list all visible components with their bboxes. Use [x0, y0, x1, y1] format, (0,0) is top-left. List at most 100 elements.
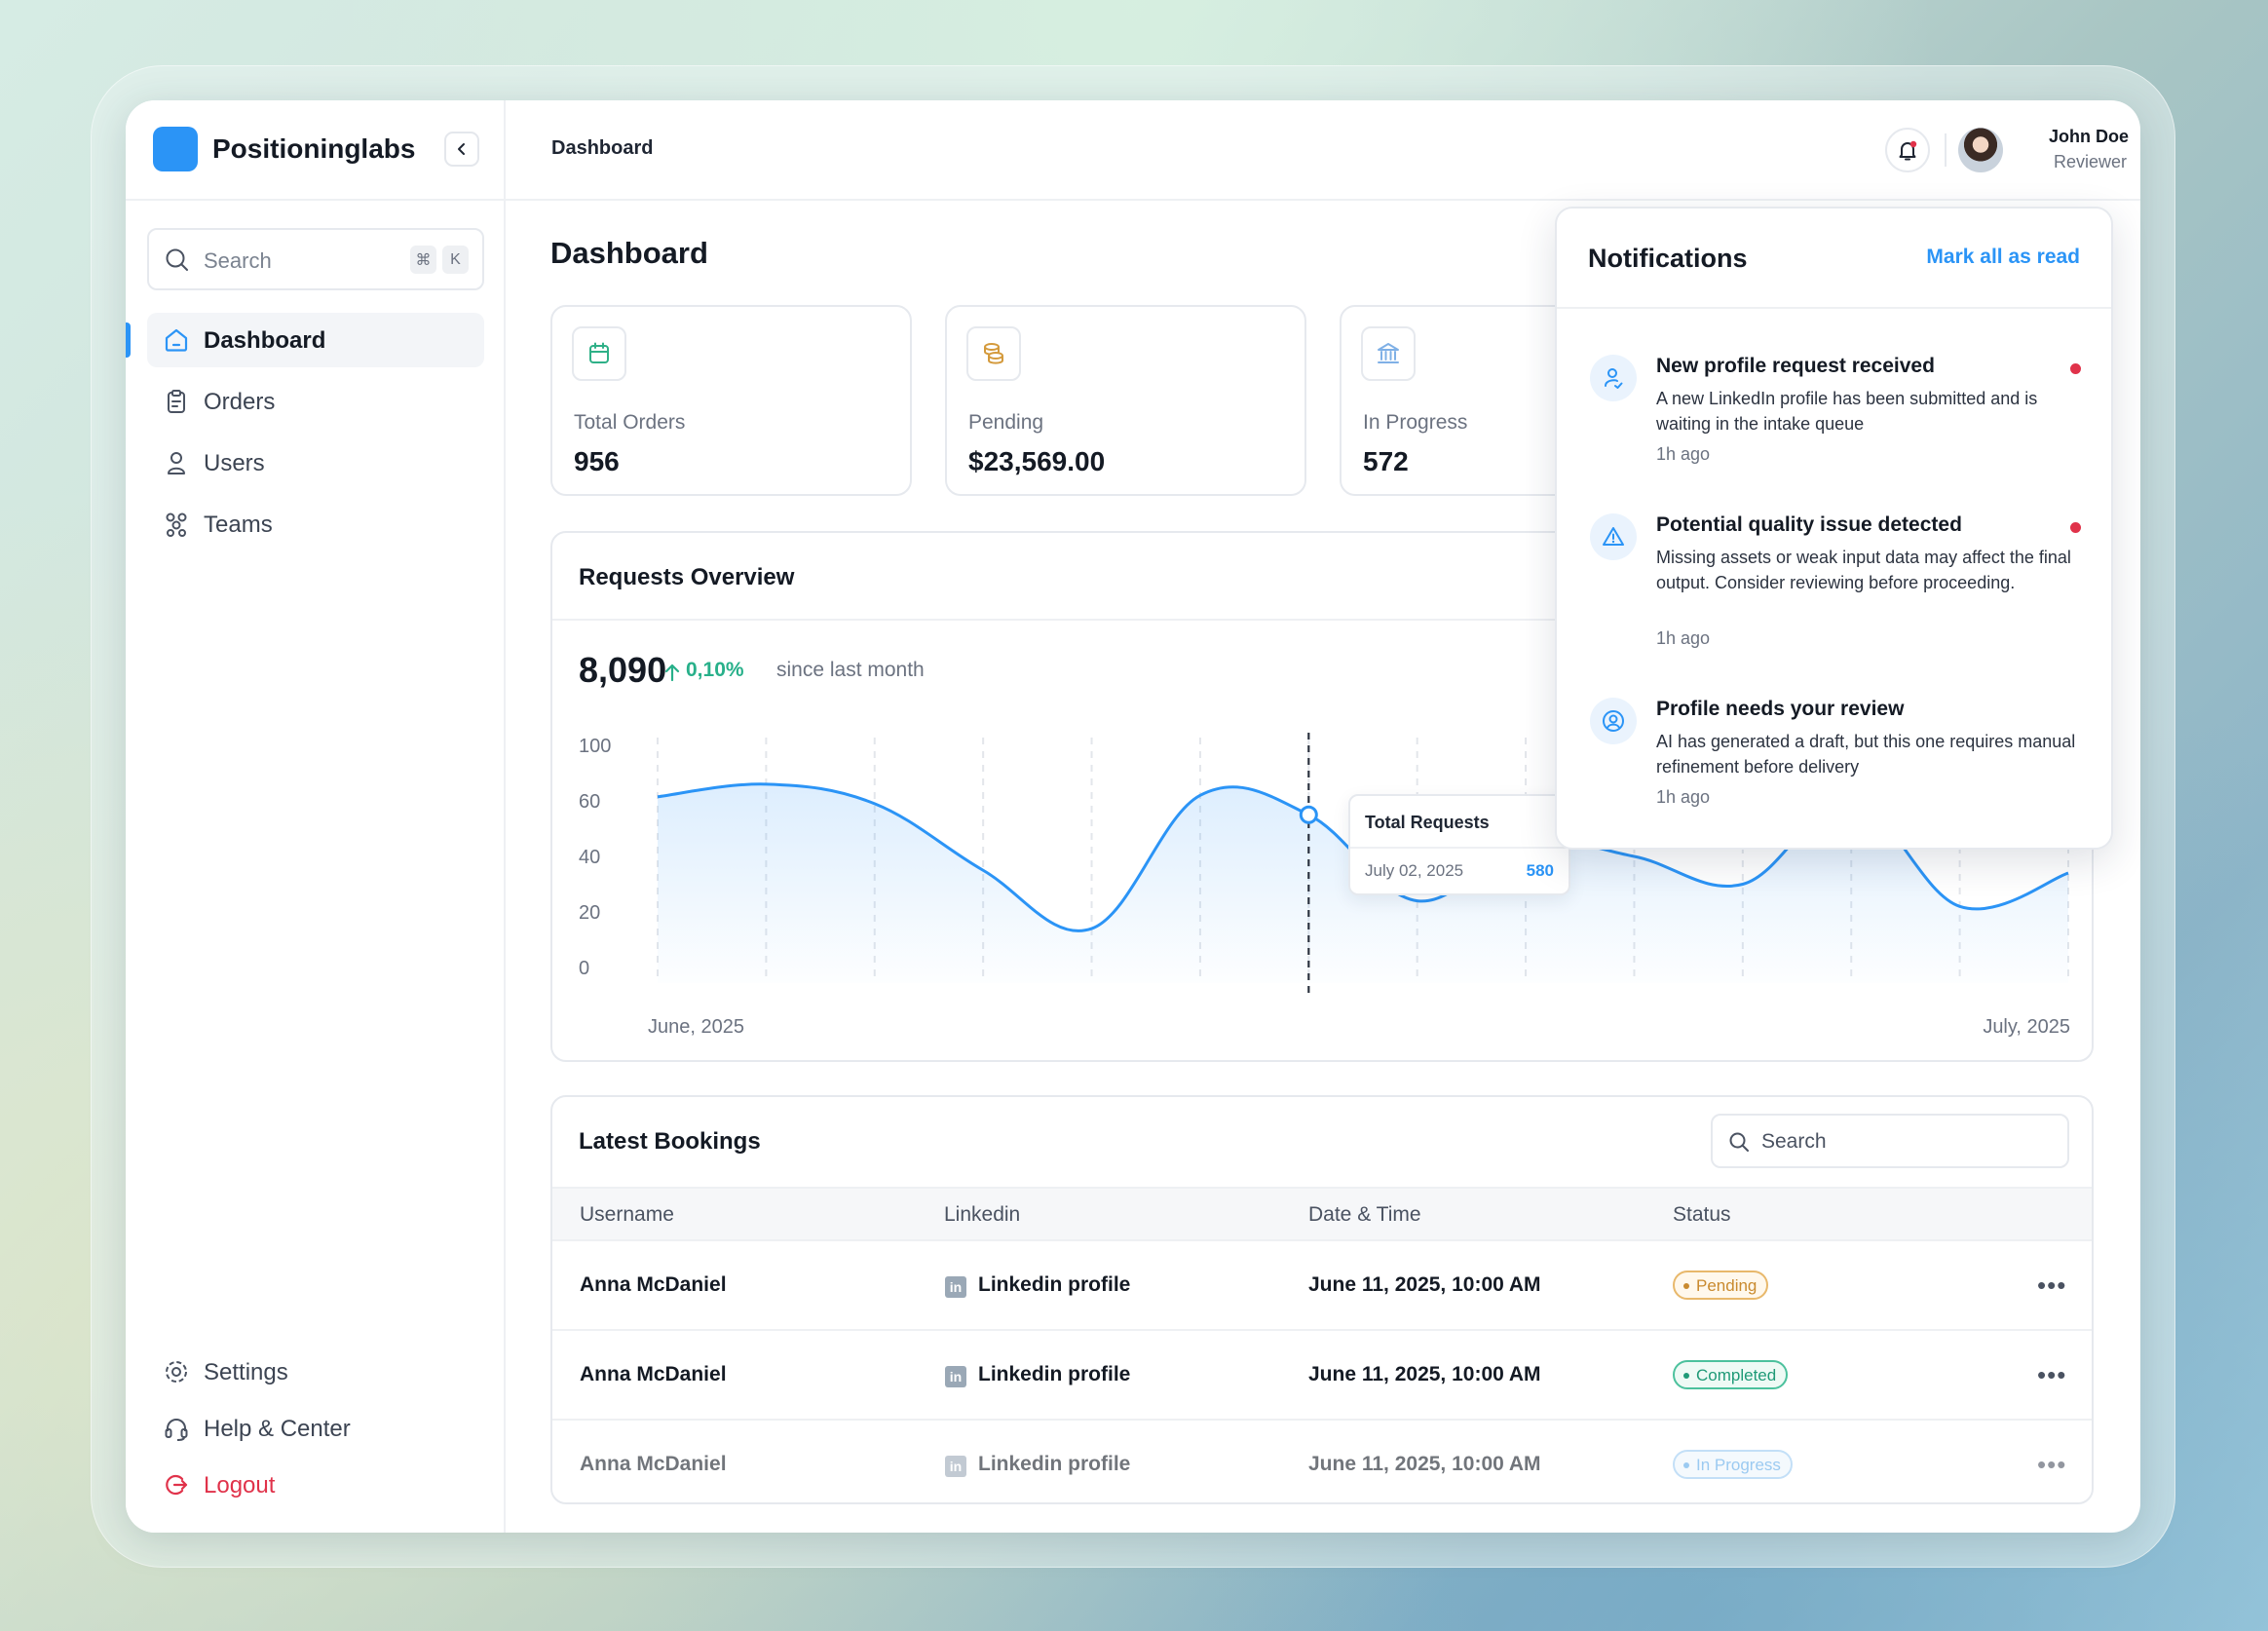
coins-icon — [984, 343, 1003, 364]
notification-body: Missing assets or weak input data may af… — [1656, 548, 2071, 592]
search-icon — [1729, 1132, 1749, 1152]
team-icon — [166, 512, 187, 537]
column-header-datetime[interactable]: Date & Time — [1308, 1203, 1421, 1227]
home-icon — [165, 328, 188, 352]
cell-username: Anna McDaniel — [580, 1363, 727, 1385]
stat-label: In Progress — [1363, 411, 1468, 434]
user-name: John Doe — [2048, 127, 2129, 146]
table-header: Username Linkedin Date & Time Status — [552, 1187, 2092, 1241]
notification-body: AI has generated a draft, but this one r… — [1656, 732, 2076, 777]
sidebar-item-logout[interactable]: Logout — [147, 1458, 484, 1512]
tooltip-value: 580 — [1526, 861, 1554, 880]
bookings-search-input[interactable]: Search — [1711, 1114, 2069, 1168]
cell-linkedin-link[interactable]: Linkedin profile — [978, 1273, 1130, 1297]
notification-icon-box — [1590, 513, 1637, 560]
column-header-status[interactable]: Status — [1673, 1203, 1731, 1227]
calendar-icon — [589, 342, 609, 363]
notification-item[interactable]: Profile needs your review AI has generat… — [1557, 698, 2111, 815]
sidebar: Positioninglabs Search ⌘ K Dashboard Ord… — [126, 100, 506, 1533]
notification-item[interactable]: Potential quality issue detected Missing… — [1557, 513, 2111, 650]
y-tick-label: 40 — [579, 847, 600, 868]
y-tick-label: 60 — [579, 791, 600, 813]
brand-name: Positioninglabs — [212, 133, 416, 164]
headset-icon — [165, 1419, 188, 1441]
mark-all-read-button[interactable]: Mark all as read — [1926, 246, 2080, 269]
notification-title: Profile needs your review — [1656, 698, 1905, 720]
sidebar-item-label: Help & Center — [204, 1416, 351, 1442]
sidebar-search-input[interactable]: Search ⌘ K — [147, 228, 484, 290]
status-badge: Pending — [1673, 1271, 1769, 1300]
sidebar-item-label: Settings — [204, 1359, 288, 1385]
sidebar-item-label: Dashboard — [204, 327, 326, 354]
highlighted-data-point[interactable] — [1299, 805, 1318, 824]
chart-tooltip: Total Requests July 02, 2025 580 — [1348, 794, 1570, 895]
avatar[interactable] — [1958, 128, 2003, 172]
notification-body: A new LinkedIn profile has been submitte… — [1656, 389, 2038, 434]
linkedin-icon: in — [945, 1366, 966, 1387]
more-horizontal-icon[interactable]: ••• — [2037, 1450, 2066, 1480]
stat-icon-box — [1361, 326, 1416, 381]
notification-time: 1h ago — [1656, 444, 1711, 464]
more-horizontal-icon[interactable]: ••• — [2037, 1360, 2066, 1390]
cell-linkedin-link[interactable]: Linkedin profile — [978, 1453, 1130, 1476]
notifications-panel: Notifications Mark all as read New profi… — [1555, 207, 2113, 850]
bell-icon — [1899, 140, 1917, 161]
cell-username: Anna McDaniel — [580, 1453, 727, 1475]
sidebar-item-settings[interactable]: Settings — [147, 1345, 484, 1399]
table-row[interactable]: Anna McDaniel in Linkedin profile June 1… — [552, 1331, 2092, 1421]
latest-bookings-card: Latest Bookings Search Username Linkedin… — [550, 1095, 2094, 1504]
search-placeholder: Search — [204, 248, 272, 273]
cell-username: Anna McDaniel — [580, 1273, 727, 1296]
notification-time: 1h ago — [1656, 628, 1711, 648]
chevron-left-icon — [458, 143, 465, 155]
y-tick-label: 0 — [579, 958, 589, 979]
status-badge: In Progress — [1673, 1450, 1793, 1479]
warning-icon — [1603, 527, 1624, 546]
notifications-button[interactable] — [1885, 128, 1930, 172]
notification-icon-box — [1590, 355, 1637, 401]
sidebar-item-orders[interactable]: Orders — [147, 374, 484, 429]
gear-icon — [166, 1361, 187, 1383]
unread-dot — [2070, 363, 2081, 374]
notifications-header: Notifications Mark all as read — [1557, 209, 2111, 309]
sidebar-item-dashboard[interactable]: Dashboard — [147, 313, 484, 367]
cell-datetime: June 11, 2025, 10:00 AM — [1308, 1273, 1541, 1296]
sidebar-item-help[interactable]: Help & Center — [147, 1401, 484, 1456]
brand-logo — [153, 127, 198, 171]
shortcut-key-k: K — [442, 246, 469, 274]
logout-icon — [166, 1474, 188, 1496]
stat-value: 572 — [1363, 446, 1409, 476]
stat-card-pending: Pending $23,569.00 — [945, 305, 1306, 496]
stat-card-total-orders: Total Orders 956 — [550, 305, 912, 496]
column-header-username[interactable]: Username — [580, 1203, 674, 1227]
table-row[interactable]: Anna McDaniel in Linkedin profile June 1… — [552, 1241, 2092, 1331]
search-placeholder: Search — [1761, 1130, 1827, 1153]
active-nav-indicator — [126, 322, 131, 358]
table-title: Latest Bookings — [579, 1128, 761, 1155]
stat-label: Total Orders — [574, 411, 686, 434]
stat-value: 956 — [574, 446, 620, 476]
notification-item[interactable]: New profile request received A new Linke… — [1557, 355, 2111, 472]
user-circle-icon — [1603, 710, 1624, 732]
status-badge: Completed — [1673, 1360, 1789, 1389]
collapse-sidebar-button[interactable] — [444, 132, 479, 167]
table-row[interactable]: Anna McDaniel in Linkedin profile June 1… — [552, 1421, 2092, 1502]
user-role: Reviewer — [2053, 152, 2127, 171]
stat-icon-box — [572, 326, 626, 381]
more-horizontal-icon[interactable]: ••• — [2037, 1271, 2066, 1301]
shortcut-key-cmd: ⌘ — [410, 246, 436, 274]
sidebar-item-teams[interactable]: Teams — [147, 497, 484, 551]
tooltip-date: July 02, 2025 — [1365, 861, 1464, 880]
cell-datetime: June 11, 2025, 10:00 AM — [1308, 1363, 1541, 1385]
sidebar-item-label: Users — [204, 450, 265, 476]
column-header-linkedin[interactable]: Linkedin — [944, 1203, 1020, 1227]
sidebar-item-label: Orders — [204, 389, 276, 415]
x-axis-label: June, 2025 — [648, 1016, 744, 1038]
sidebar-item-users[interactable]: Users — [147, 436, 484, 490]
cell-linkedin-link[interactable]: Linkedin profile — [978, 1363, 1130, 1386]
cell-datetime: June 11, 2025, 10:00 AM — [1308, 1453, 1541, 1475]
brand-header: Positioninglabs — [126, 100, 504, 201]
divider — [1945, 133, 1947, 167]
unread-dot — [2070, 522, 2081, 533]
breadcrumb[interactable]: Dashboard — [551, 137, 653, 160]
